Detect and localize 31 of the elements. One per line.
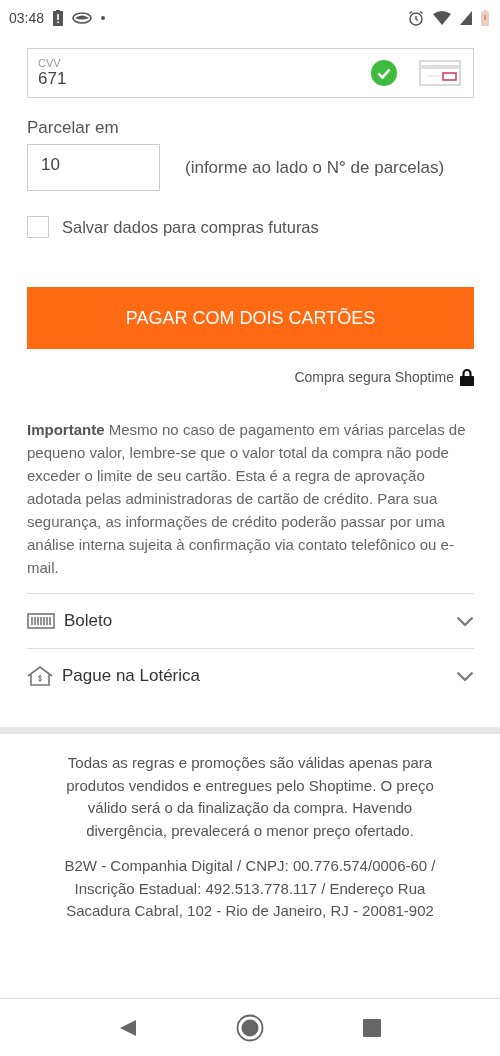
option-label: Pague na Lotérica <box>62 666 201 686</box>
house-icon <box>27 666 53 686</box>
field-label: CVV <box>38 57 62 69</box>
checkbox[interactable] <box>27 216 49 238</box>
checkbox-label: Salvar dados para compras futuras <box>62 217 319 237</box>
wifi-icon <box>433 11 451 25</box>
notice-paragraph: Importante Mesmo no caso de pagamento em várias parcelas de pequeno valor, lembre-se que o valor total da compra não pode exceder o limite de seu cartão. Esta é a regra de aprovação adotada pelas administradoras de cartão de crédito. Para sua segurança, as informações de crédito poderão passar por uma análise interna sujeita à confirmação via contato telefônico ou e-mail. <box>27 420 467 578</box>
card-back-icon <box>419 60 461 86</box>
alarm-icon <box>408 10 424 26</box>
field-label: Parcelar em <box>27 118 120 138</box>
cvv-field[interactable]: CVV 671 <box>27 48 474 98</box>
app-notification-icon <box>72 12 93 24</box>
footer-text: B2W - Companhia Digital / CNPJ: 00.776.574/0006-60 / Inscrição Estadual: 492.513.778.117 / Endereço Rua Sacadura Cabral, 102 - Rio de Janeiro, RJ - 20081-902 <box>63 856 437 921</box>
barcode-icon <box>27 613 55 629</box>
back-icon[interactable] <box>119 1018 138 1037</box>
recents-icon[interactable] <box>362 1018 381 1037</box>
lock-icon <box>460 368 474 386</box>
battery-icon <box>481 10 489 26</box>
footer-text: Todas as regras e promoções são válidas apenas para produtos vendidos e entregues pelo Shoptime. O preço válido será o da finalização da compra. Havendo divergência, prevalecerá o menor preço ofertado. <box>65 753 435 841</box>
hint-text: (informe ao lado o N° de parcelas) <box>185 157 445 178</box>
clock: 03:48 <box>9 10 45 26</box>
payment-option[interactable]: Pague na Lotérica <box>27 648 474 703</box>
option-label: Boleto <box>64 611 114 631</box>
installments-field[interactable]: 10 <box>27 144 160 191</box>
field-value: 671 <box>38 69 68 89</box>
battery-alert-icon <box>53 10 64 26</box>
home-icon[interactable] <box>236 1013 264 1042</box>
dot-icon <box>101 16 106 20</box>
signal-icon <box>460 11 472 25</box>
secure-note: Compra segura Shoptime <box>294 369 454 385</box>
payment-option[interactable]: Boleto <box>27 593 474 648</box>
